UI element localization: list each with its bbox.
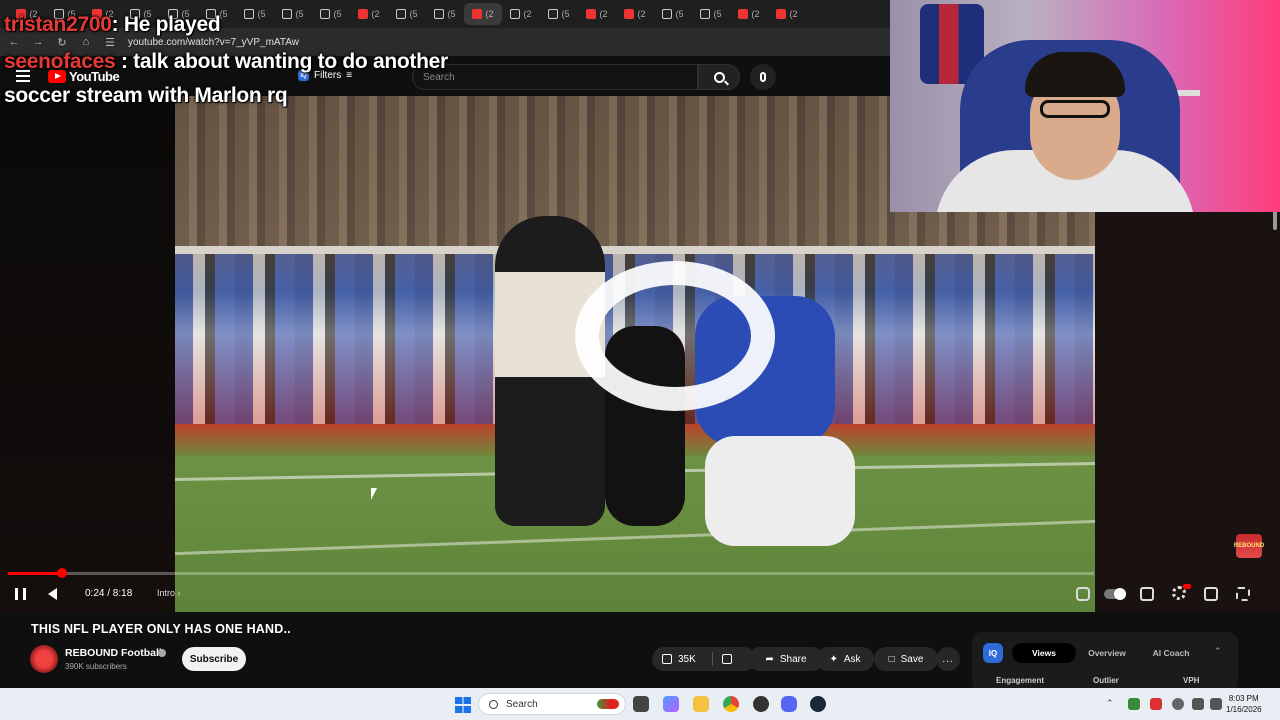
share-icon: ➦ xyxy=(765,653,774,665)
progress-played xyxy=(8,572,63,575)
iq-tab-overview[interactable]: Overview xyxy=(1080,643,1134,663)
search-input[interactable]: Search xyxy=(412,64,698,90)
mouse-cursor-icon xyxy=(371,488,377,500)
chapter-button[interactable]: Intro › xyxy=(157,583,181,603)
tiktok-tab-icon xyxy=(662,9,673,19)
taskbar-search[interactable]: Search xyxy=(478,693,626,715)
tray-chevron-icon[interactable]: ⌃ xyxy=(1106,698,1118,710)
volume-icon[interactable] xyxy=(48,588,57,600)
taskbar-clock[interactable]: 8:03 PM 1/16/2026 xyxy=(1226,693,1262,715)
search-icon xyxy=(713,71,725,83)
search-icon xyxy=(489,699,498,709)
browser-tab[interactable]: (2 xyxy=(730,3,768,25)
player-left-backdrop xyxy=(0,96,175,612)
chevron-up-icon[interactable]: ⌃ xyxy=(1214,646,1222,657)
chat-text: He played xyxy=(123,13,221,36)
iq-player-icon[interactable] xyxy=(1076,587,1090,601)
browser-tab[interactable]: (5 xyxy=(654,3,692,25)
browser-tab[interactable]: (2 xyxy=(578,3,616,25)
youtube-tab-icon xyxy=(624,9,635,19)
chat-username: tristan2700 xyxy=(4,13,112,36)
chat-username: seenofaces xyxy=(4,50,116,73)
theater-mode-icon[interactable] xyxy=(1204,587,1218,601)
more-actions-button[interactable]: ... xyxy=(936,647,960,671)
video-railing xyxy=(175,246,1095,254)
taskview-icon[interactable] xyxy=(633,696,649,712)
like-icon[interactable] xyxy=(662,654,672,664)
scrollbar-thumb[interactable] xyxy=(1273,210,1277,230)
webcam-glasses xyxy=(1040,100,1110,118)
subscriber-count: 390K subscribers xyxy=(65,662,127,671)
windows-start-icon[interactable] xyxy=(455,697,471,713)
steam-icon[interactable] xyxy=(810,696,826,712)
time-display: 0:24 / 8:18 xyxy=(85,587,133,599)
like-count[interactable]: 35K xyxy=(678,654,696,665)
iq-tab-ai-coach[interactable]: AI Coach xyxy=(1140,643,1202,663)
dislike-icon[interactable] xyxy=(721,654,732,664)
file-explorer-icon[interactable] xyxy=(693,696,709,712)
iq-subhead-engagement: Engagement xyxy=(996,676,1045,685)
pause-icon[interactable] xyxy=(15,588,26,600)
captions-icon[interactable] xyxy=(1140,587,1154,601)
browser-tab[interactable]: (5 xyxy=(540,3,578,25)
tray-app-icon[interactable] xyxy=(1150,698,1162,710)
volume-tray-icon[interactable] xyxy=(1210,698,1222,710)
ask-button[interactable]: ✦ Ask xyxy=(816,647,874,671)
iq-subhead-vph: VPH xyxy=(1183,676,1200,685)
browser-tab[interactable]: (5 xyxy=(692,3,730,25)
chrome-icon[interactable] xyxy=(723,696,739,712)
microphone-tray-icon[interactable] xyxy=(1172,698,1184,710)
progress-bar[interactable] xyxy=(8,568,1094,578)
voice-search-button[interactable] xyxy=(750,64,776,90)
bookmark-icon: □ xyxy=(888,653,895,665)
video-player-white-pants xyxy=(705,436,855,546)
autoplay-toggle[interactable] xyxy=(1104,588,1126,600)
screen: (2 (5 (2 (5 (5 (5 (5 (5 (5 (2 (5 (5 (2 (… xyxy=(0,0,1280,720)
subscribe-button[interactable]: Subscribe xyxy=(182,647,246,671)
discord-icon[interactable] xyxy=(781,696,797,712)
channel-avatar[interactable] xyxy=(30,645,58,673)
chat-message: seenofaces : talk about wanting to do an… xyxy=(4,50,448,73)
tiktok-tab-icon xyxy=(548,9,559,19)
chat-message: tristan2700: He played xyxy=(4,13,221,36)
browser-tab[interactable]: (2 xyxy=(616,3,654,25)
browser-tab[interactable]: (2 xyxy=(768,3,806,25)
sparkle-icon: ✦ xyxy=(829,653,838,665)
tiktok-tab-icon xyxy=(700,9,711,19)
microphone-icon xyxy=(760,72,766,82)
display-tray-icon[interactable] xyxy=(1192,698,1204,710)
app-icon[interactable] xyxy=(753,696,769,712)
youtube-tab-icon xyxy=(738,9,749,19)
share-button[interactable]: ➦ Share xyxy=(748,647,824,671)
video-title: THIS NFL PLAYER ONLY HAS ONE HAND.. xyxy=(31,622,291,636)
channel-watermark[interactable]: REBOUND xyxy=(1234,534,1264,558)
chat-text-continued: soccer stream with Marlon rq xyxy=(4,84,288,107)
chat-text: talk about wanting to do another xyxy=(133,50,448,73)
webcam-hair xyxy=(1025,52,1125,97)
youtube-tab-icon xyxy=(776,9,787,19)
search-highlight-icon xyxy=(597,699,619,709)
iq-tab-views[interactable]: Views xyxy=(1012,643,1076,663)
like-divider xyxy=(712,652,713,666)
hd-badge xyxy=(1183,584,1191,589)
fullscreen-icon[interactable] xyxy=(1236,587,1250,601)
youtube-tab-icon xyxy=(472,9,483,19)
youtube-tab-icon xyxy=(586,9,597,19)
iq-logo-icon[interactable]: IQ xyxy=(983,643,1003,663)
stream-chat-overlay: tristan2700: He played seenofaces : talk… xyxy=(4,6,448,112)
channel-name[interactable]: REBOUND Football xyxy=(65,647,162,659)
verified-icon xyxy=(158,649,166,657)
browser-tab-active[interactable]: (2 xyxy=(464,3,502,25)
iq-subhead-outlier: Outlier xyxy=(1093,676,1119,685)
tiktok-tab-icon xyxy=(510,9,521,19)
browser-tab[interactable]: (2 xyxy=(502,3,540,25)
like-dislike-group: 35K xyxy=(652,647,756,671)
save-button[interactable]: □ Save xyxy=(874,647,938,671)
search-button[interactable] xyxy=(698,64,740,90)
tray-app-icon[interactable] xyxy=(1128,698,1140,710)
loading-spinner-icon xyxy=(575,261,775,411)
webcam-overlay xyxy=(890,0,1280,212)
copilot-icon[interactable] xyxy=(663,696,679,712)
